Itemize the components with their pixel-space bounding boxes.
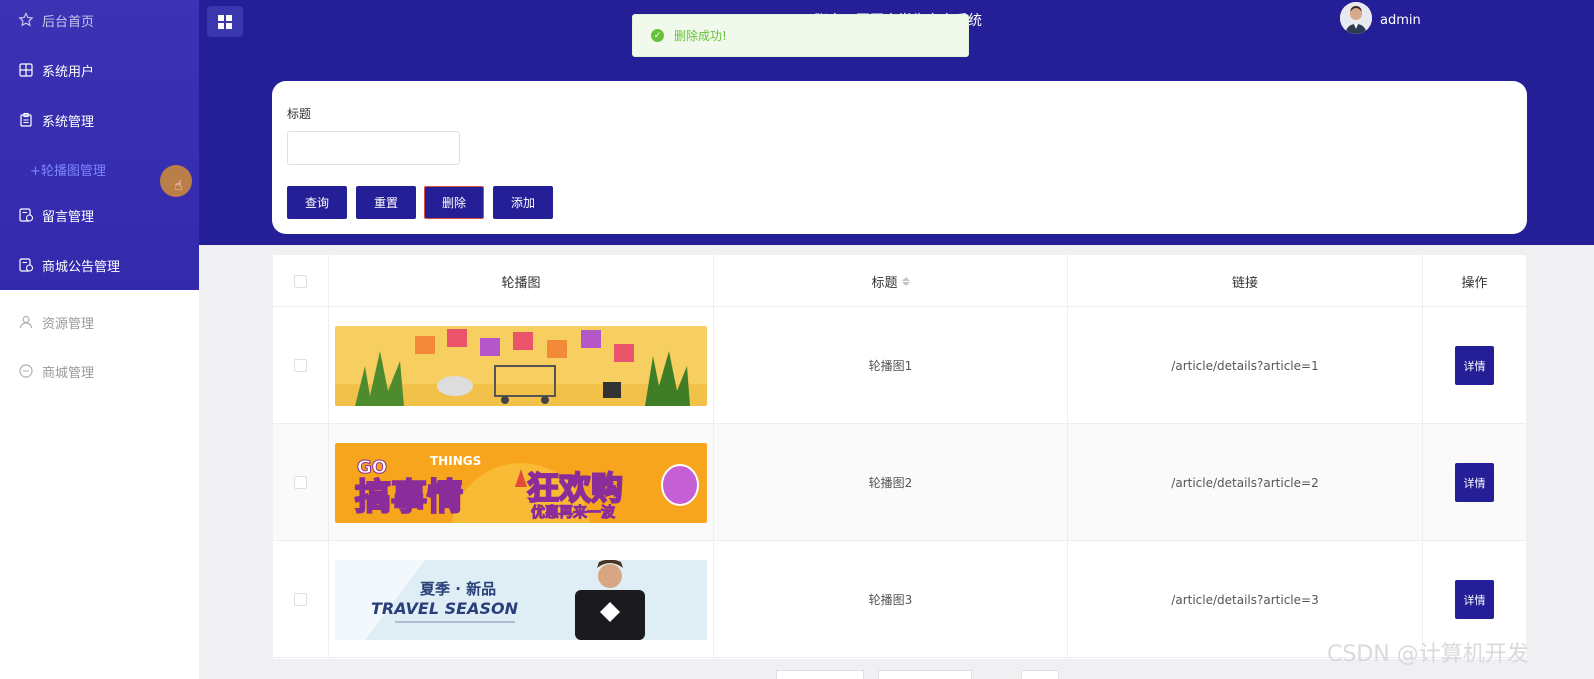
user-name[interactable]: admin (1380, 13, 1421, 28)
table-row: 轮播图1 /article/details?article=1 详情 (273, 307, 1526, 424)
banner-cell (329, 307, 714, 424)
sidebar-item-label: 资源管理 (42, 316, 95, 332)
banner-image: 夏季 · 新品 TRAVEL SEASON (335, 559, 707, 640)
row-select-cell (273, 307, 329, 424)
row-select-cell (273, 424, 329, 541)
add-button[interactable]: 添加 (493, 186, 553, 219)
link-cell: /article/details?article=1 (1068, 307, 1423, 424)
pagination-pages[interactable] (878, 670, 972, 679)
action-cell: 详情 (1423, 307, 1526, 424)
select-all-checkbox[interactable] (294, 274, 307, 288)
sort-icon[interactable] (901, 276, 910, 286)
delete-button[interactable]: 删除 (424, 186, 484, 219)
pagination-jump-input[interactable] (1021, 670, 1059, 679)
detail-button[interactable]: 详情 (1455, 580, 1494, 619)
title-field-label: 标题 (287, 107, 312, 121)
query-button[interactable]: 查询 (287, 186, 347, 219)
select-all-cell (273, 255, 329, 307)
header-title[interactable]: 标题 (714, 255, 1068, 307)
detail-button[interactable]: 详情 (1455, 463, 1494, 502)
chat-doc-icon (18, 207, 34, 223)
svg-text:TRAVEL SEASON: TRAVEL SEASON (371, 599, 519, 618)
title-cell: 轮播图2 (714, 424, 1068, 541)
sidebar-item-label: +轮播图管理 (30, 163, 106, 179)
svg-text:优惠再来一波: 优惠再来一波 (531, 504, 616, 521)
banner-cell: 夏季 · 新品 TRAVEL SEASON (329, 541, 714, 658)
sidebar-item-label: 留言管理 (42, 209, 95, 225)
message-icon (18, 363, 34, 379)
sidebar-item-label: 商城公告管理 (42, 259, 121, 275)
sidebar-item-mall-notices[interactable]: 商城公告管理 (0, 245, 199, 285)
header-title-label: 标题 (871, 275, 898, 291)
toast-message: 删除成功! (674, 29, 727, 43)
table-header: 轮播图 标题 链接 操作 (273, 255, 1526, 307)
sidebar-item-label: 系统用户 (42, 64, 95, 80)
sidebar-item-messages[interactable]: 留言管理 (0, 195, 199, 235)
sidebar-item-system-management[interactable]: 系统管理 (0, 100, 199, 140)
sidebar: 后台首页 系统用户 系统管理 +轮播图管理 留言管理 商城公告管理 资源管理 商… (0, 0, 199, 679)
svg-text:狂欢购: 狂欢购 (527, 469, 623, 507)
sidebar-item-home[interactable]: 后台首页 (0, 0, 199, 40)
check-circle-icon: ✓ (651, 29, 664, 42)
sidebar-item-label: 后台首页 (42, 14, 95, 30)
sidebar-item-label: 系统管理 (42, 114, 95, 130)
title-search-input[interactable] (287, 131, 460, 165)
carousel-table: 轮播图 标题 链接 操作 轮播图1 /article/details?artic… (273, 255, 1526, 659)
banner-image (335, 325, 707, 406)
avatar[interactable] (1340, 2, 1372, 34)
row-checkbox[interactable] (294, 476, 307, 489)
row-checkbox[interactable] (294, 593, 307, 606)
svg-text:THINGS: THINGS (430, 454, 481, 468)
header-banner: 轮播图 (329, 255, 714, 307)
header-action: 操作 (1461, 275, 1488, 291)
grid-icon (18, 62, 34, 78)
sidebar-item-mall[interactable]: 商城管理 (0, 351, 199, 391)
menu-toggle-button[interactable] (207, 6, 243, 37)
svg-text:搞事情: 搞事情 (355, 477, 463, 518)
reset-button[interactable]: 重置 (356, 186, 416, 219)
banner-image: GO THINGS 搞事情 狂欢购 优惠再来一波 (335, 442, 707, 523)
search-panel: 标题 查询 重置 删除 添加 (272, 81, 1527, 234)
row-select-cell (273, 541, 329, 658)
star-icon (18, 12, 34, 28)
watermark: CSDN @计算机开发 (1327, 642, 1529, 667)
table-row: GO THINGS 搞事情 狂欢购 优惠再来一波 轮播图2 /article/d… (273, 424, 1526, 541)
apps-grid-icon (218, 14, 232, 29)
chat-doc-icon (18, 257, 34, 273)
sidebar-item-system-users[interactable]: 系统用户 (0, 50, 199, 90)
sidebar-item-resources[interactable]: 资源管理 (0, 302, 199, 342)
detail-button[interactable]: 详情 (1455, 346, 1494, 385)
pointer-cursor-icon: ☝ (174, 178, 183, 194)
success-toast: ✓ 删除成功! (632, 14, 969, 57)
header-link: 链接 (1068, 255, 1423, 307)
user-icon (18, 314, 34, 330)
title-cell: 轮播图1 (714, 307, 1068, 424)
banner-cell: GO THINGS 搞事情 狂欢购 优惠再来一波 (329, 424, 714, 541)
svg-text:夏季 · 新品: 夏季 · 新品 (419, 580, 496, 598)
action-cell: 详情 (1423, 424, 1526, 541)
link-cell: /article/details?article=2 (1068, 424, 1423, 541)
pagination-size-select[interactable] (776, 670, 864, 679)
svg-text:GO: GO (357, 457, 387, 478)
sidebar-item-label: 商城管理 (42, 365, 95, 381)
clipboard-icon (18, 112, 34, 128)
title-cell: 轮播图3 (714, 541, 1068, 658)
row-checkbox[interactable] (294, 359, 307, 372)
